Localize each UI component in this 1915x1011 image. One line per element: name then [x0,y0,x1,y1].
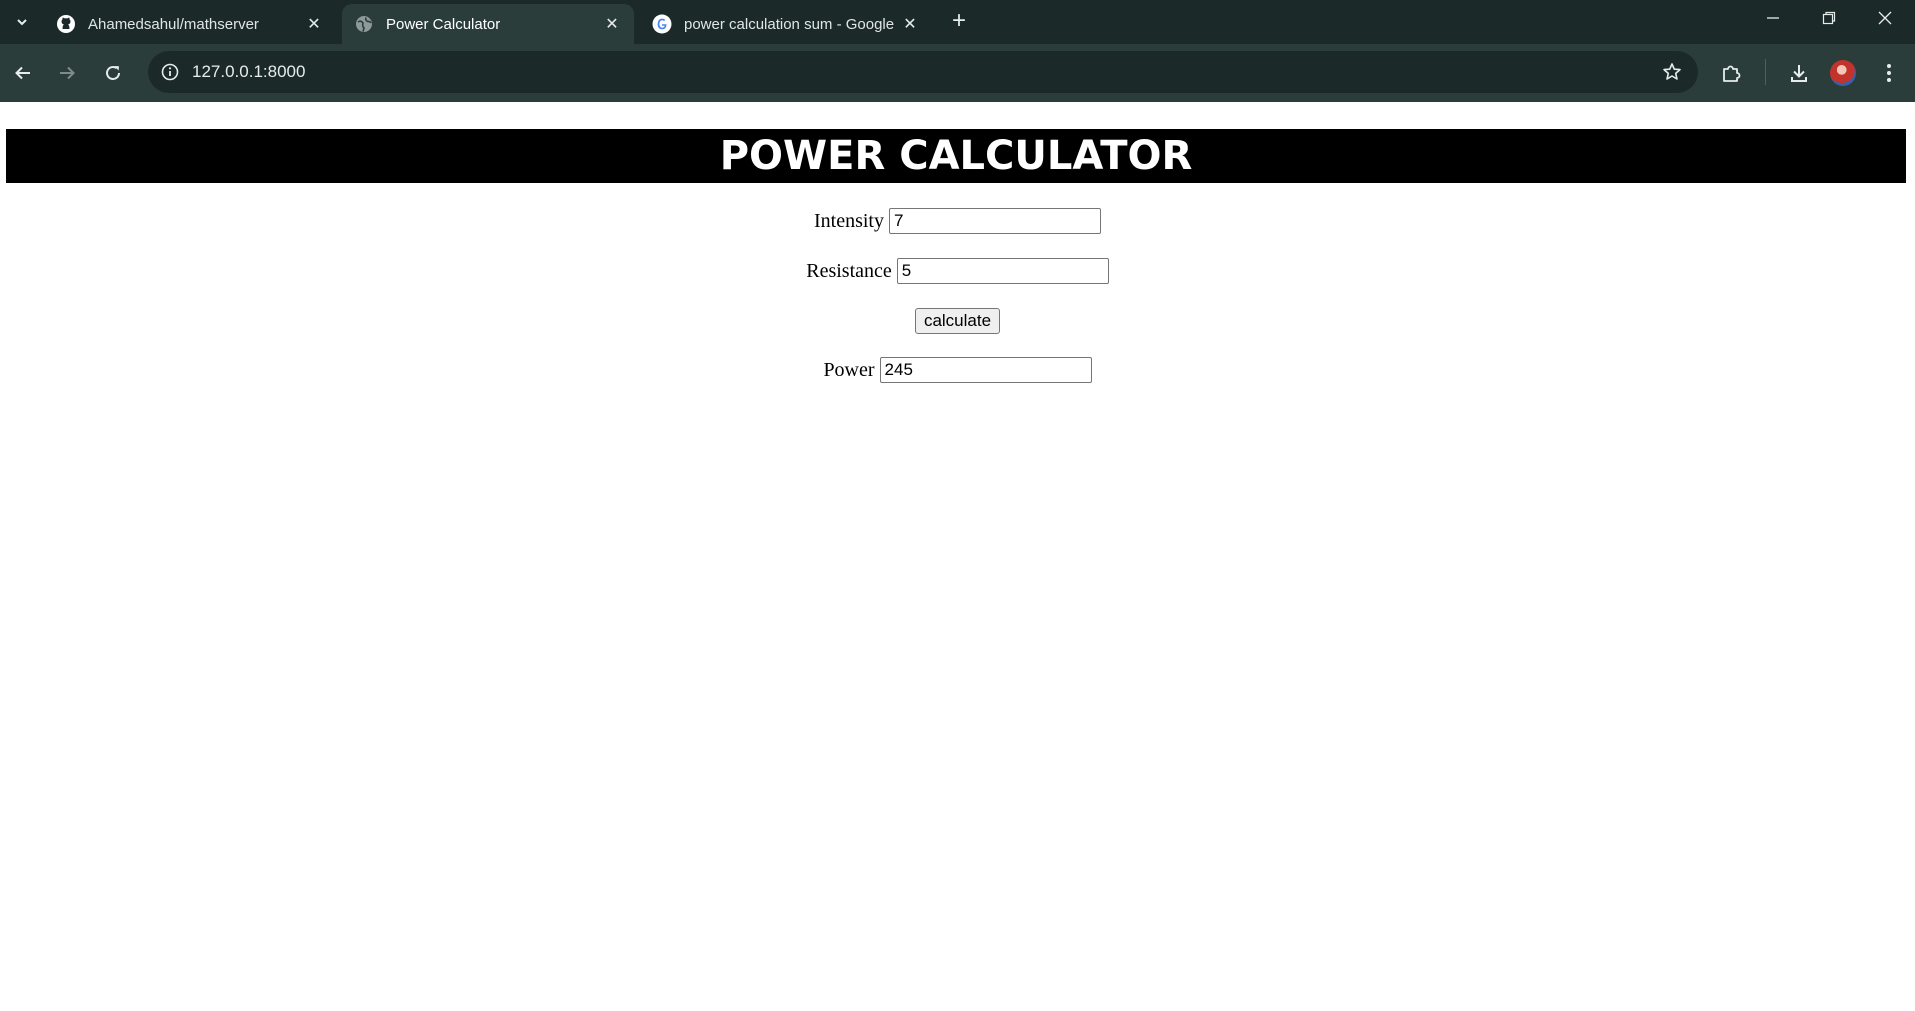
forward-button[interactable] [50,56,84,90]
intensity-label: Intensity [814,209,884,232]
tab-title: power calculation sum - Google [684,15,895,33]
minimize-icon [1767,17,1779,19]
close-icon[interactable]: ✕ [900,14,920,34]
restore-button[interactable] [1801,0,1857,36]
forward-arrow-icon [60,66,75,80]
tab-title: Ahamedsahul/mathserver [88,15,259,33]
tab-title: Power Calculator [386,15,501,33]
site-info-icon[interactable] [158,60,182,84]
calculate-row: calculate [0,308,1915,334]
intensity-row: Intensity [0,208,1915,234]
tab-google-search[interactable]: power calculation sum - Google ✕ [640,4,932,44]
puzzle-icon [1723,65,1741,82]
power-row: Power [0,357,1915,383]
downloads-button[interactable] [1784,58,1814,88]
chevron-down-icon [17,19,27,26]
address-bar[interactable]: 127.0.0.1:8000 [148,51,1698,93]
resistance-label: Resistance [806,259,892,282]
more-vert-icon [1887,64,1891,82]
reload-button[interactable] [96,56,130,90]
close-icon[interactable]: ✕ [602,14,622,34]
globe-icon [354,14,374,34]
download-icon [1791,65,1807,82]
power-output[interactable] [879,357,1092,383]
minimize-button[interactable] [1745,0,1801,36]
back-arrow-icon [15,66,30,80]
close-icon [1878,11,1892,25]
bookmark-star-icon[interactable] [1660,60,1684,84]
tab-strip: Ahamedsahul/mathserver ✕ Power Calculato… [0,0,1915,44]
close-icon[interactable]: ✕ [304,14,324,34]
tab-power-calculator[interactable]: Power Calculator ✕ [342,4,634,44]
power-label: Power [823,358,875,381]
browser-toolbar: 127.0.0.1:8000 [0,44,1915,102]
google-icon [652,14,672,34]
github-icon [56,14,76,34]
url-text: 127.0.0.1:8000 [192,62,306,81]
calculate-button[interactable]: calculate [914,308,1001,334]
reload-icon [106,66,120,80]
close-window-button[interactable] [1857,0,1913,36]
extensions-button[interactable] [1716,58,1746,88]
menu-button[interactable] [1874,58,1904,88]
tab-search-button[interactable] [8,8,36,36]
intensity-input[interactable] [889,208,1101,234]
resistance-row: Resistance [0,258,1915,284]
avatar [1830,60,1856,86]
toolbar-divider [1765,59,1766,85]
new-tab-button[interactable]: + [944,6,974,36]
tab-mathserver[interactable]: Ahamedsahul/mathserver ✕ [44,4,336,44]
back-button[interactable] [6,56,40,90]
resistance-input[interactable] [896,258,1109,284]
page-content: POWER CALCULATOR Intensity Resistance ca… [0,102,1915,1011]
page-title: POWER CALCULATOR [6,129,1906,183]
profile-button[interactable] [1828,58,1858,88]
restore-icon [1822,11,1836,25]
